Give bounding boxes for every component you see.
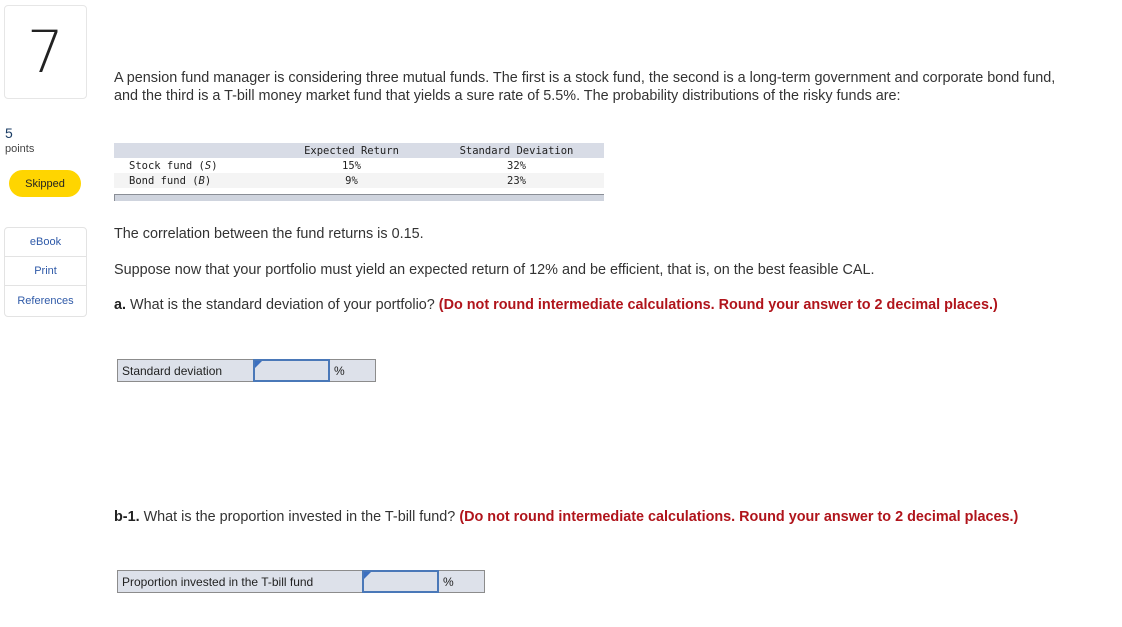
part-b1-question: b-1. What is the proportion invested in … bbox=[114, 508, 1054, 526]
std-dev-input-wrapper bbox=[253, 359, 330, 382]
fund-name: Stock fund (S) bbox=[114, 160, 274, 172]
table-header-expected-return: Expected Return bbox=[304, 144, 399, 157]
expected-return-cell: 15% bbox=[342, 159, 361, 172]
fund-table: Expected Return Standard Deviation Stock… bbox=[114, 143, 604, 188]
fund-name-text: Stock fund ( bbox=[129, 159, 205, 172]
part-a-instruction: (Do not round intermediate calculations.… bbox=[438, 297, 998, 313]
part-a-prefix: a. bbox=[114, 297, 127, 313]
question-intro: A pension fund manager is considering th… bbox=[114, 70, 1056, 104]
std-dev-cell: 32% bbox=[507, 159, 526, 172]
fund-name: Bond fund (B) bbox=[114, 175, 274, 187]
std-dev-answer-label: Standard deviation bbox=[117, 359, 253, 382]
correlation-text: The correlation between the fund returns… bbox=[114, 226, 424, 242]
table-row: Bond fund (B) 9% 23% bbox=[114, 173, 604, 188]
input-marker-icon bbox=[255, 361, 262, 368]
fund-name-close: ) bbox=[211, 159, 218, 172]
std-dev-unit: % bbox=[330, 359, 376, 382]
suppose-text: Suppose now that your portfolio must yie… bbox=[114, 262, 875, 278]
points-label: points bbox=[5, 143, 35, 155]
fund-name-text: Bond fund ( bbox=[129, 174, 199, 187]
fund-name-close: ) bbox=[204, 174, 212, 187]
resource-links: eBook Print References bbox=[4, 227, 87, 317]
print-link[interactable]: Print bbox=[5, 257, 86, 286]
table-header-std-dev: Standard Deviation bbox=[459, 144, 574, 157]
part-b1-prefix: b-1. bbox=[114, 509, 140, 525]
references-link[interactable]: References bbox=[5, 286, 86, 315]
input-marker-icon bbox=[364, 572, 371, 579]
points-value: 5 bbox=[5, 125, 13, 141]
expected-return-cell: 9% bbox=[345, 174, 358, 187]
part-b1-instruction: (Do not round intermediate calculations.… bbox=[459, 509, 1019, 525]
part-b1-answer-row: Proportion invested in the T-bill fund % bbox=[117, 570, 485, 593]
question-number-box: 7 bbox=[4, 5, 87, 99]
part-a-question: a. What is the standard deviation of you… bbox=[114, 296, 1034, 314]
part-b1-text: What is the proportion invested in the T… bbox=[139, 509, 460, 525]
std-dev-input[interactable] bbox=[255, 361, 328, 380]
status-badge: Skipped bbox=[9, 170, 81, 197]
ebook-link[interactable]: eBook bbox=[5, 228, 86, 257]
tbill-proportion-unit: % bbox=[439, 570, 485, 593]
table-header-row: Expected Return Standard Deviation bbox=[114, 143, 604, 158]
table-footer-bar bbox=[114, 194, 604, 201]
part-a-answer-row: Standard deviation % bbox=[117, 359, 376, 382]
question-page: 7 5 points Skipped eBook Print Reference… bbox=[0, 0, 1122, 627]
tbill-proportion-label: Proportion invested in the T-bill fund bbox=[117, 570, 362, 593]
part-a-text: What is the standard deviation of your p… bbox=[126, 297, 439, 313]
std-dev-cell: 23% bbox=[507, 174, 526, 187]
question-number: 7 bbox=[27, 18, 64, 86]
table-row: Stock fund (S) 15% 32% bbox=[114, 158, 604, 173]
tbill-proportion-input[interactable] bbox=[364, 572, 437, 591]
tbill-proportion-input-wrapper bbox=[362, 570, 439, 593]
